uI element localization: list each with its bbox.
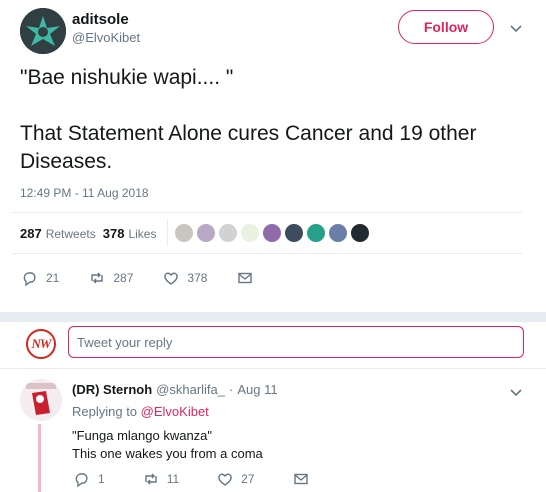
replying-to: Replying to @ElvoKibet (72, 404, 209, 419)
tweet-text: "Bae nishukie wapi.... " That Statement … (20, 66, 477, 173)
reply-text: "Funga mlango kwanza" This one wakes you… (72, 428, 263, 461)
reply-author-handle[interactable]: @skharlifa_ (156, 382, 225, 397)
reply-icon (23, 272, 36, 286)
retweet-icon (144, 473, 157, 485)
retweets-label: Retweets (45, 226, 96, 241)
liker-avatar[interactable] (306, 223, 327, 243)
liker-avatars (174, 223, 371, 243)
heart-icon (164, 272, 179, 285)
retweet-icon (91, 272, 104, 284)
retweet-action[interactable]: 287 (89, 270, 133, 286)
thread-line (38, 424, 41, 492)
message-icon (293, 473, 308, 485)
viewer-avatar-logo: NW (31, 336, 52, 351)
liker-avatar[interactable] (328, 223, 349, 243)
viewer-avatar: NW (26, 329, 56, 359)
likes-label: Likes (128, 226, 157, 241)
author-avatar[interactable] (20, 8, 66, 54)
reply-author-name[interactable]: (DR) Sternoh (72, 382, 152, 397)
tweet-reply-input[interactable] (68, 326, 524, 358)
liker-avatar[interactable] (240, 223, 261, 243)
caret-down-icon[interactable] (509, 21, 523, 35)
likes-stat[interactable]: 378 Likes (103, 226, 157, 241)
author-handle[interactable]: @ElvoKibet (72, 30, 140, 45)
reply-reply-count: 1 (98, 472, 105, 486)
retweets-count: 287 (20, 225, 42, 241)
reply-action[interactable]: 21 (22, 270, 59, 286)
liker-avatar[interactable] (284, 223, 305, 243)
main-tweet: aditsole @ElvoKibet Follow "Bae nishukie… (0, 0, 546, 312)
message-icon (238, 272, 253, 284)
reply-retweet-count: 11 (166, 472, 180, 486)
reply-author-avatar[interactable] (20, 379, 62, 421)
stats-separator (167, 220, 169, 246)
reply-message-action[interactable] (293, 471, 309, 487)
reply-actions: 1 11 27 (74, 471, 347, 487)
author-name[interactable]: aditsole (72, 11, 129, 28)
reply-date[interactable]: Aug 11 (237, 382, 277, 397)
liker-avatar[interactable] (350, 223, 371, 243)
replying-to-link[interactable]: @ElvoKibet (141, 404, 209, 419)
heart-icon (218, 473, 232, 486)
reply-composer: NW (0, 322, 546, 368)
stats-divider-bottom (12, 253, 522, 254)
caret-down-icon[interactable] (509, 385, 523, 399)
tweet-stats: 287 Retweets 378 Likes (20, 213, 371, 253)
like-action[interactable]: 378 (163, 270, 207, 286)
section-divider (0, 312, 546, 322)
reply-tweet: (DR) Sternoh @skharlifa_ · Aug 11 Replyi… (0, 369, 546, 492)
reply-retweet-action[interactable]: 11 (143, 471, 179, 487)
reply-count: 21 (46, 271, 60, 285)
tweet-timestamp[interactable]: 12:49 PM - 11 Aug 2018 (20, 186, 149, 200)
tweet-actions: 21 287 378 (22, 268, 283, 288)
reply-header: (DR) Sternoh @skharlifa_ · Aug 11 (72, 382, 278, 397)
reply-like-action[interactable]: 27 (217, 471, 255, 487)
likes-count: 378 (102, 225, 125, 241)
retweet-count: 287 (113, 271, 134, 285)
follow-button[interactable]: Follow (398, 10, 494, 44)
like-count: 378 (187, 271, 208, 285)
replying-to-prefix: Replying to (72, 404, 138, 419)
reply-icon (75, 473, 88, 487)
message-action[interactable] (237, 270, 253, 286)
liker-avatar[interactable] (262, 223, 283, 243)
liker-avatar[interactable] (174, 223, 195, 243)
liker-avatar[interactable] (196, 223, 217, 243)
reply-like-count: 27 (241, 472, 255, 486)
liker-avatar[interactable] (218, 223, 239, 243)
reply-separator: · (229, 382, 234, 397)
reply-reply-action[interactable]: 1 (74, 471, 105, 487)
retweets-stat[interactable]: 287 Retweets (20, 226, 96, 241)
